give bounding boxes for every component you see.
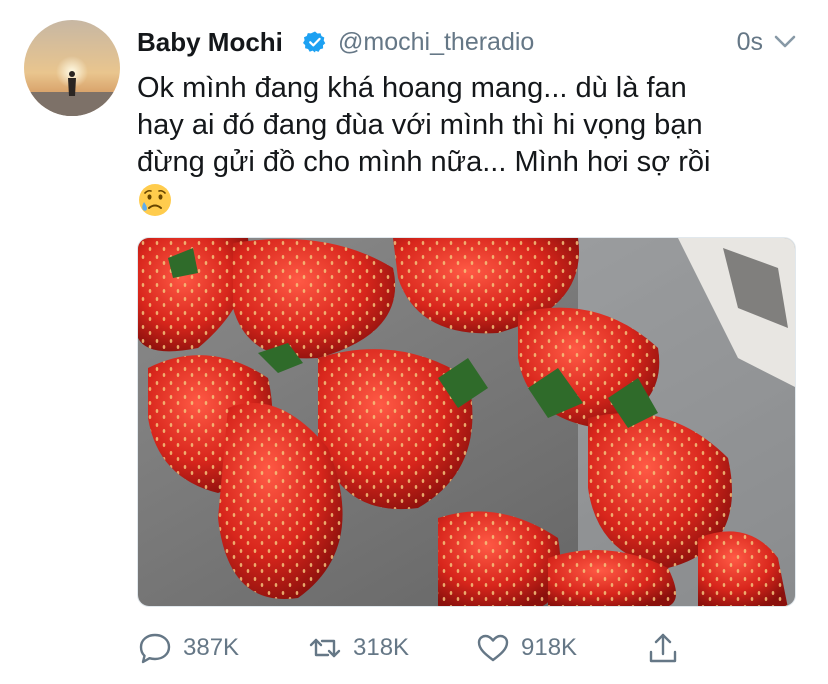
like-count: 918K xyxy=(521,634,578,661)
reply-count: 387K xyxy=(183,634,240,661)
avatar[interactable] xyxy=(24,20,120,116)
author-name[interactable]: Baby Mochi xyxy=(137,26,283,58)
reply-button[interactable]: 387K xyxy=(137,628,239,668)
tweet-photo[interactable] xyxy=(137,237,796,607)
like-icon xyxy=(477,634,509,662)
tweet-header: Baby Mochi @mochi_theradio 0s xyxy=(137,26,801,58)
tweet-actions: 387K 318K 918K xyxy=(137,628,697,668)
chevron-down-icon[interactable] xyxy=(773,32,797,52)
sad-sweat-face-icon xyxy=(139,184,171,217)
verified-badge-icon xyxy=(303,31,326,53)
timestamp[interactable]: 0s xyxy=(737,26,763,58)
share-button[interactable] xyxy=(645,628,681,668)
reply-icon xyxy=(139,633,171,664)
share-icon xyxy=(649,633,677,663)
retweet-icon xyxy=(309,638,341,658)
retweet-button[interactable]: 318K xyxy=(307,628,409,668)
tweet-text-line: hay ai đó đang đùa với mình thì hi vọng … xyxy=(137,109,703,141)
tweet-text-line: đừng gửi đồ cho mình nữa... Mình hơi sợ … xyxy=(137,146,711,178)
strawberries-photo xyxy=(138,238,795,606)
avatar-image xyxy=(24,20,120,116)
tweet-text: Ok mình đang khá hoang mang... dù là fan… xyxy=(137,70,797,218)
tweet-text-line: Ok mình đang khá hoang mang... dù là fan xyxy=(137,72,687,104)
retweet-count: 318K xyxy=(353,634,410,661)
author-handle[interactable]: @mochi_theradio xyxy=(338,26,534,58)
like-button[interactable]: 918K xyxy=(475,628,577,668)
